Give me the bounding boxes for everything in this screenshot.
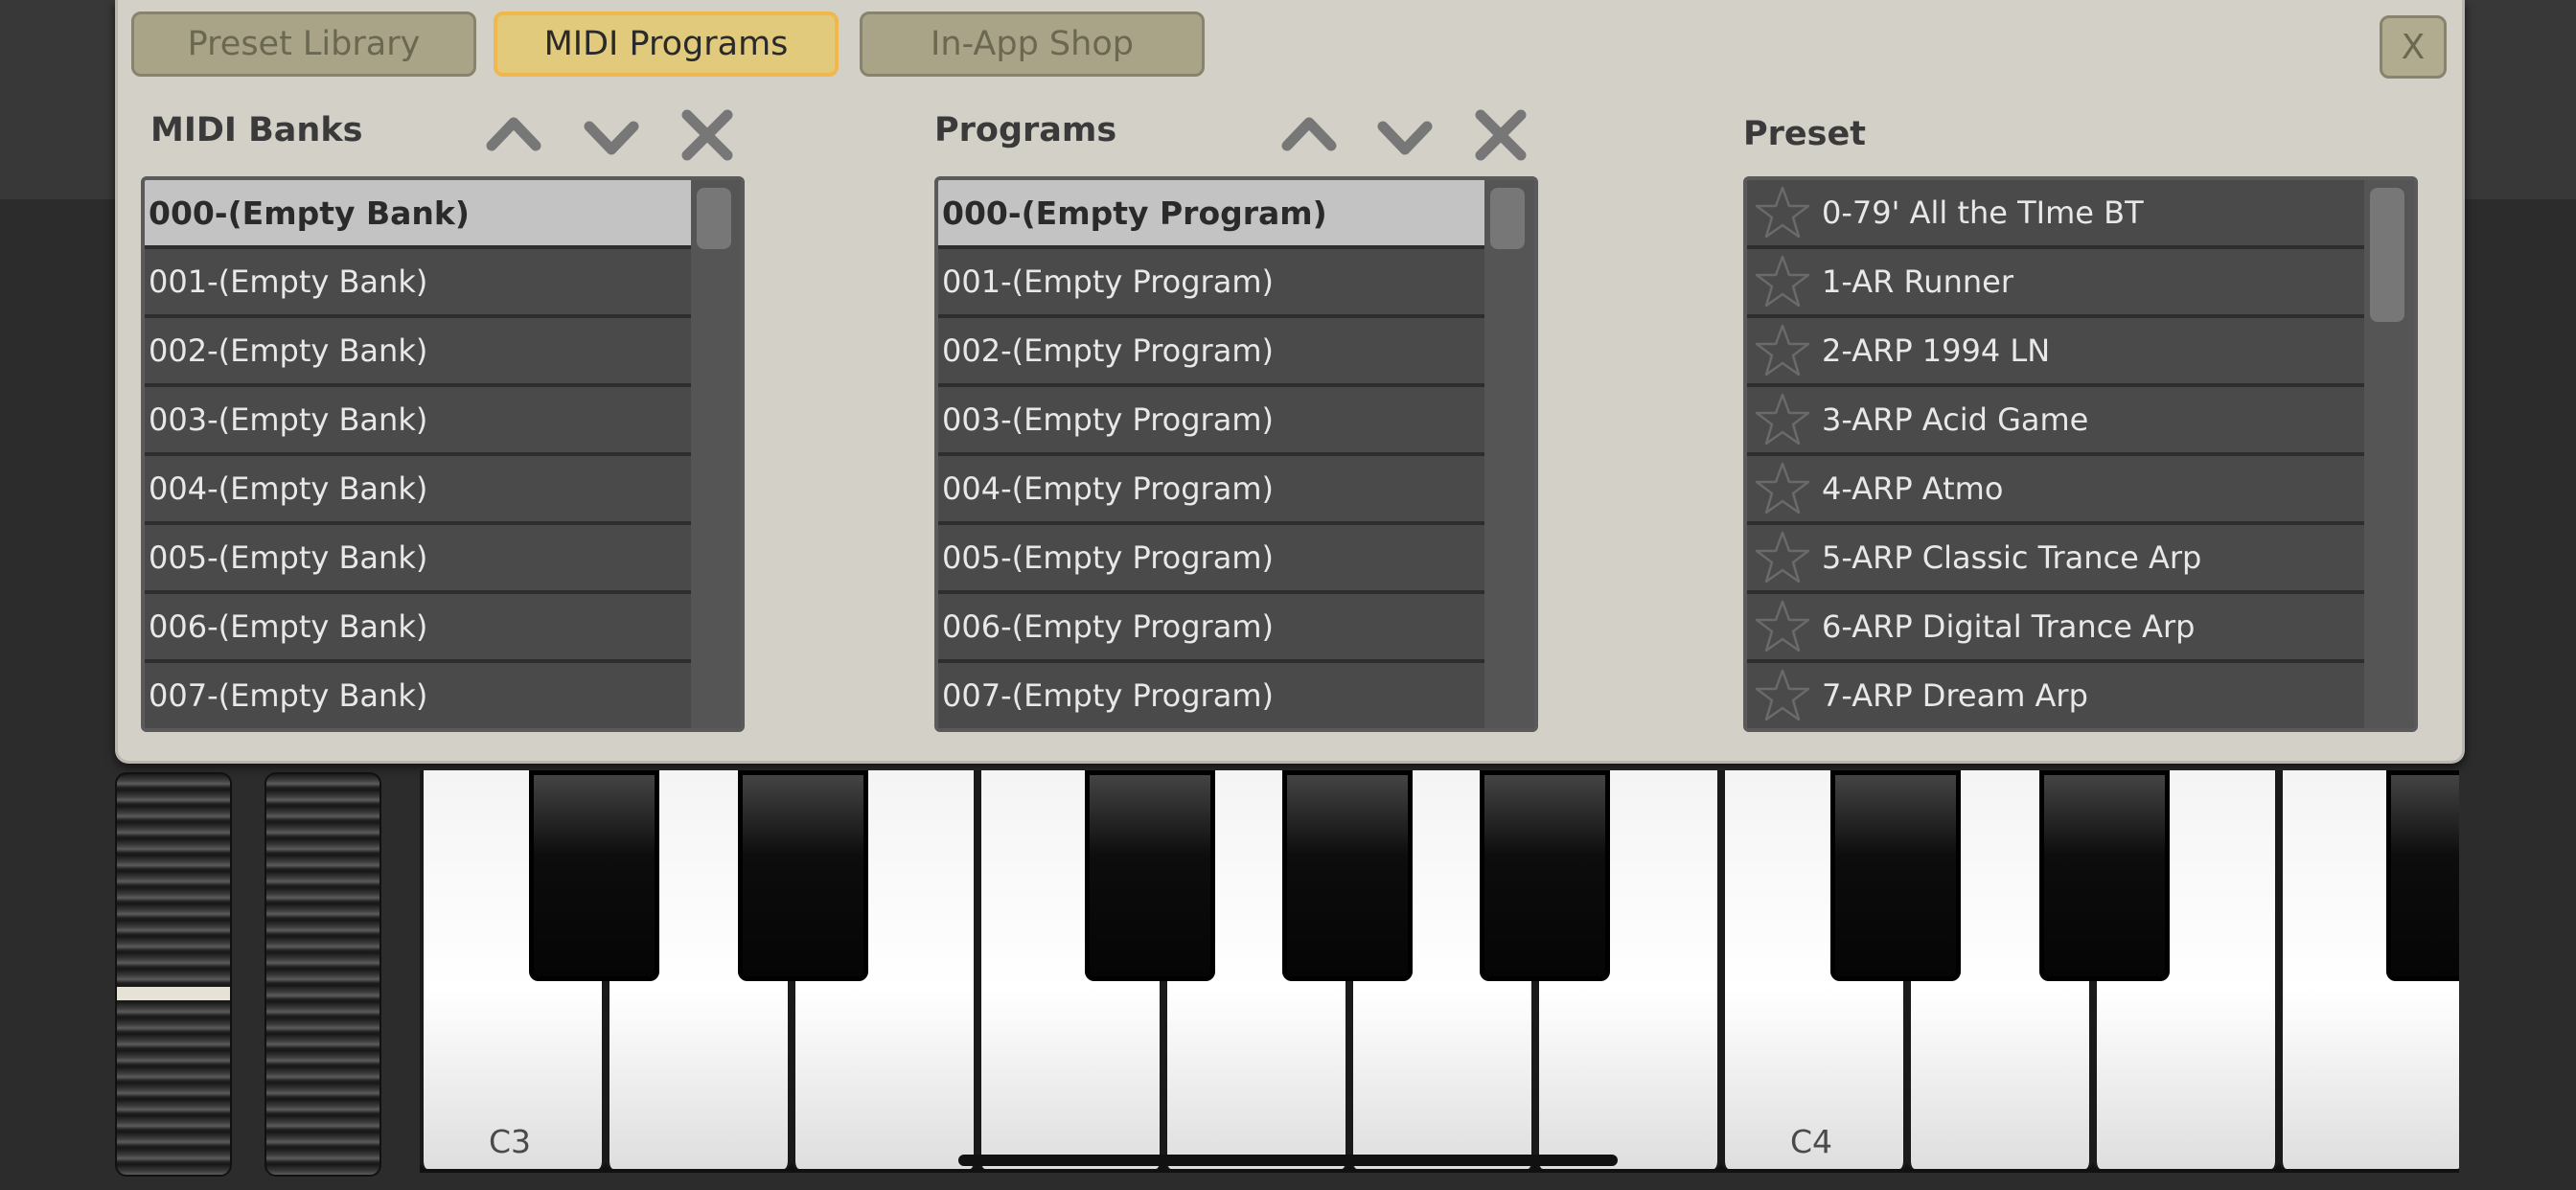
list-item[interactable]: 007-(Empty Bank) [145,663,691,728]
preset-name: 2-ARP 1994 LN [1822,332,2051,369]
home-indicator[interactable] [958,1155,1618,1166]
preset-name: 4-ARP Atmo [1822,470,2004,507]
list-item[interactable]: 005-(Empty Program) [938,525,1484,594]
programs-list[interactable]: 000-(Empty Program) 001-(Empty Program) … [934,176,1538,732]
chevron-down-icon [584,121,639,155]
list-item[interactable]: 005-(Empty Bank) [145,525,691,594]
list-item[interactable]: 007-(Empty Program) [938,663,1484,728]
star-outline-icon[interactable] [1753,666,1812,725]
star-outline-icon[interactable] [1753,459,1812,518]
list-item[interactable]: 5-ARP Classic Trance Arp [1747,525,2364,594]
list-item[interactable]: 002-(Empty Program) [938,318,1484,387]
piano-keyboard[interactable]: C3 C4 [420,770,2459,1173]
programs-down-button[interactable] [1375,105,1435,165]
tab-in-app-shop[interactable]: In-App Shop [860,11,1205,77]
black-key[interactable] [529,770,659,981]
star-outline-icon[interactable] [1753,252,1812,311]
preset-name: 6-ARP Digital Trance Arp [1822,608,2196,645]
preset-title: Preset [1743,115,1866,153]
programs-title: Programs [934,111,1117,149]
note-label-c4: C4 [1790,1123,1833,1160]
list-item[interactable]: 4-ARP Atmo [1747,456,2364,525]
close-icon [1475,109,1527,161]
midi-programs-dialog: Preset Library MIDI Programs In-App Shop… [115,0,2465,764]
list-item[interactable]: 7-ARP Dream Arp [1747,663,2364,728]
list-item[interactable]: 004-(Empty Program) [938,456,1484,525]
list-item[interactable]: 001-(Empty Bank) [145,249,691,318]
programs-up-button[interactable] [1279,105,1339,165]
list-item[interactable]: 6-ARP Digital Trance Arp [1747,594,2364,663]
star-outline-icon[interactable] [1753,321,1812,380]
preset-name: 7-ARP Dream Arp [1822,677,2088,714]
modulation-wheel[interactable] [264,772,381,1177]
chevron-up-icon [486,117,541,151]
preset-name: 3-ARP Acid Game [1822,401,2089,438]
list-item[interactable]: 001-(Empty Program) [938,249,1484,318]
list-item[interactable]: 2-ARP 1994 LN [1747,318,2364,387]
midi-banks-list[interactable]: 000-(Empty Bank) 001-(Empty Bank) 002-(E… [141,176,745,732]
banks-down-button[interactable] [582,105,641,165]
list-item[interactable]: 000-(Empty Bank) [145,180,691,249]
scroll-thumb[interactable] [2370,188,2404,322]
black-key[interactable] [1282,770,1413,981]
preset-list[interactable]: 0-79' All the TIme BT 1-AR Runner 2-ARP 19… [1743,176,2418,732]
black-key[interactable] [1830,770,1961,981]
close-icon [681,109,733,161]
banks-clear-button[interactable] [678,105,737,165]
tab-preset-library[interactable]: Preset Library [131,11,476,77]
list-item[interactable]: 1-AR Runner [1747,249,2364,318]
note-label-c3: C3 [489,1123,532,1160]
chevron-down-icon [1377,121,1433,155]
list-item[interactable]: 002-(Empty Bank) [145,318,691,387]
star-outline-icon[interactable] [1753,183,1812,242]
list-item[interactable]: 006-(Empty Program) [938,594,1484,663]
preset-scrollbar[interactable] [2364,180,2414,728]
list-item[interactable]: 3-ARP Acid Game [1747,387,2364,456]
banks-scrollbar[interactable] [691,180,741,728]
list-item[interactable]: 003-(Empty Bank) [145,387,691,456]
star-outline-icon[interactable] [1753,597,1812,656]
close-dialog-button[interactable]: X [2380,15,2447,79]
black-key[interactable] [738,770,868,981]
black-key[interactable] [1480,770,1610,981]
list-item[interactable]: 006-(Empty Bank) [145,594,691,663]
black-key[interactable] [2386,770,2459,981]
list-item[interactable]: 004-(Empty Bank) [145,456,691,525]
pitch-bend-wheel[interactable] [115,772,232,1177]
programs-clear-button[interactable] [1471,105,1530,165]
programs-scrollbar[interactable] [1484,180,1534,728]
star-outline-icon[interactable] [1753,528,1812,587]
preset-name: 5-ARP Classic Trance Arp [1822,539,2202,576]
banks-up-button[interactable] [484,105,543,165]
pitch-wheel-center-marker [117,987,230,1000]
midi-banks-title: MIDI Banks [150,111,363,149]
list-item[interactable]: 000-(Empty Program) [938,180,1484,249]
star-outline-icon[interactable] [1753,390,1812,449]
scroll-thumb[interactable] [1490,188,1525,249]
chevron-up-icon [1281,117,1337,151]
list-item[interactable]: 0-79' All the TIme BT [1747,180,2364,249]
preset-name: 0-79' All the TIme BT [1822,195,2144,231]
scroll-thumb[interactable] [697,188,731,249]
tab-midi-programs[interactable]: MIDI Programs [494,11,839,77]
preset-name: 1-AR Runner [1822,263,2013,300]
list-item[interactable]: 003-(Empty Program) [938,387,1484,456]
black-key[interactable] [2039,770,2170,981]
black-key[interactable] [1085,770,1215,981]
